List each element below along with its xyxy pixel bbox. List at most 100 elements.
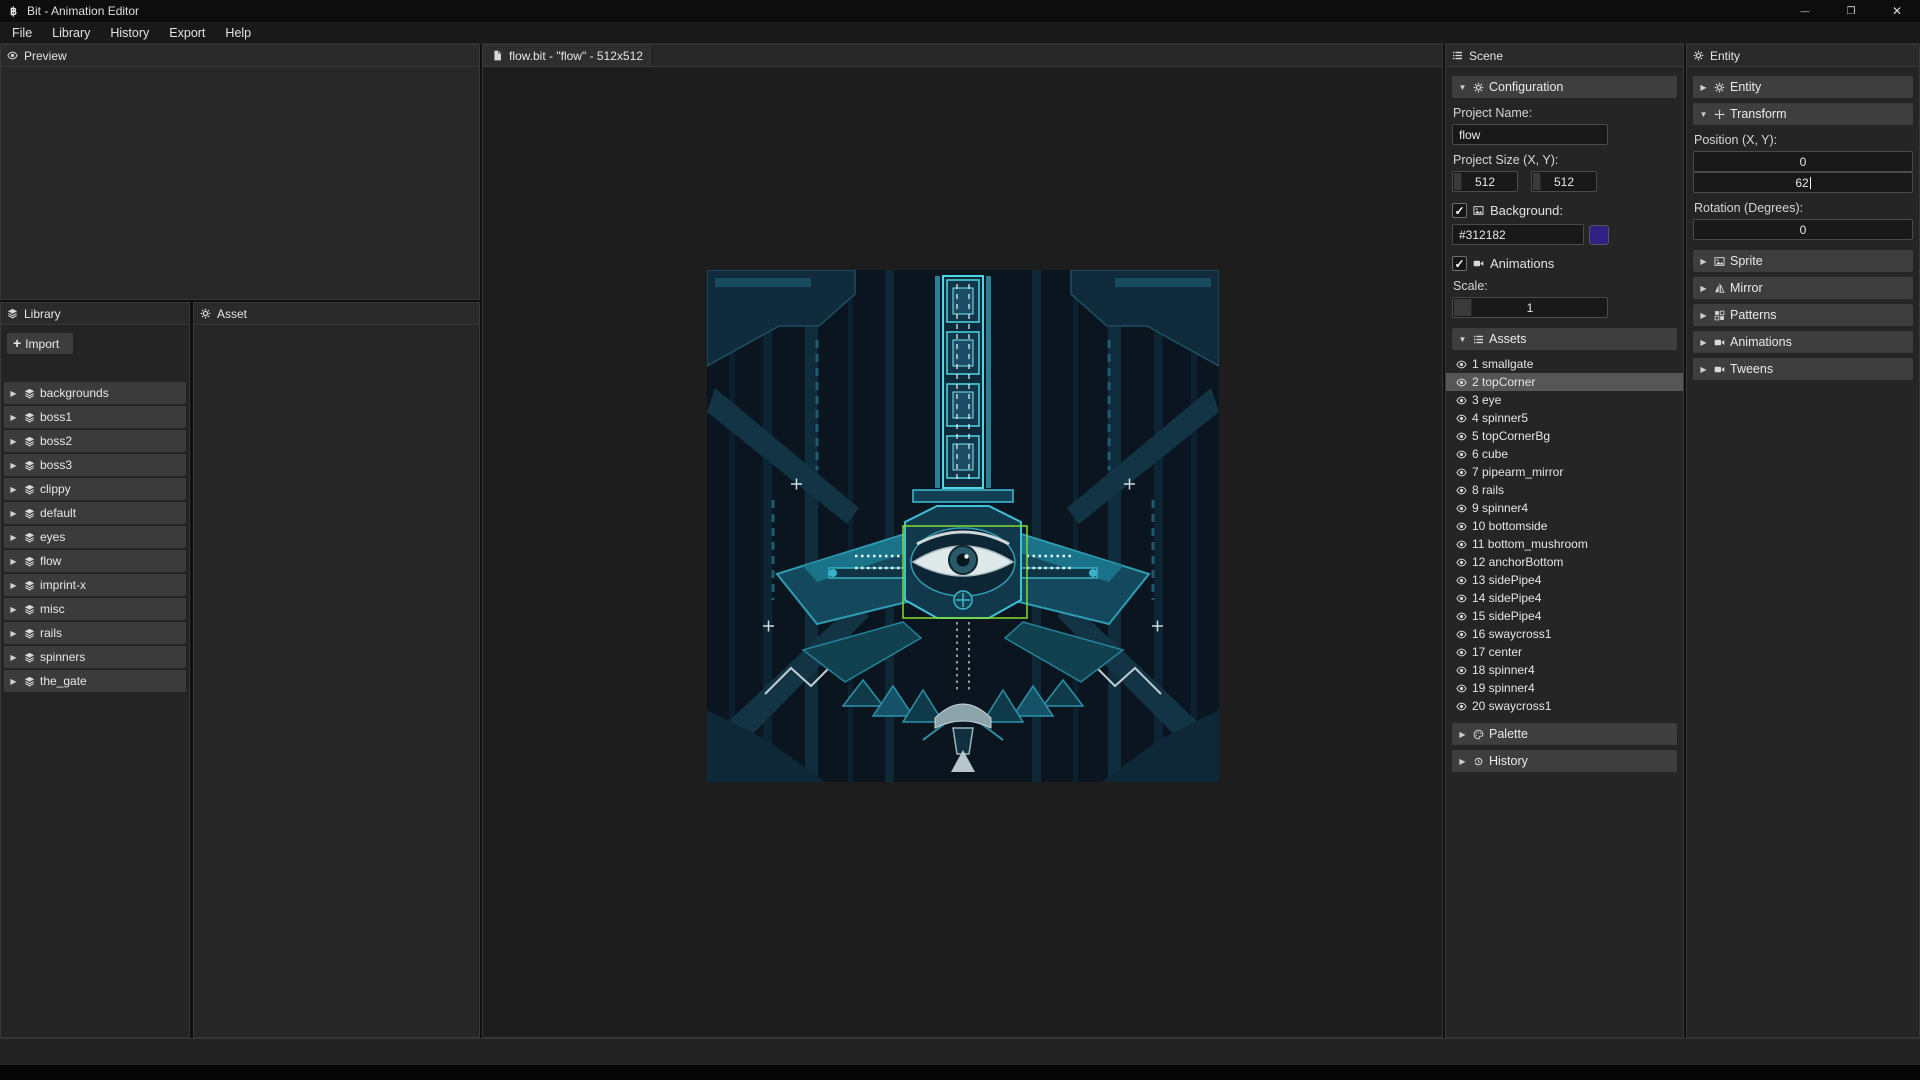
canvas-area[interactable]: [483, 67, 1442, 1037]
expand-arrow-icon[interactable]: [1698, 284, 1709, 293]
visibility-eye-icon[interactable]: [1456, 503, 1467, 514]
library-item[interactable]: the_gate: [4, 670, 186, 692]
library-item[interactable]: backgrounds: [4, 382, 186, 404]
asset-row[interactable]: 19 spinner4: [1446, 679, 1683, 697]
asset-row[interactable]: 20 swaycross1: [1446, 697, 1683, 715]
expand-arrow-icon[interactable]: [1698, 311, 1709, 320]
library-item[interactable]: eyes: [4, 526, 186, 548]
expand-arrow-icon[interactable]: [8, 677, 19, 686]
expand-arrow-icon[interactable]: [8, 461, 19, 470]
asset-row[interactable]: 9 spinner4: [1446, 499, 1683, 517]
background-color-swatch[interactable]: [1589, 225, 1609, 245]
asset-row[interactable]: 17 center: [1446, 643, 1683, 661]
project-size-x-input[interactable]: 512: [1452, 171, 1518, 192]
visibility-eye-icon[interactable]: [1456, 629, 1467, 640]
expand-arrow-icon[interactable]: [1457, 757, 1468, 766]
project-name-input[interactable]: flow: [1452, 124, 1608, 145]
visibility-eye-icon[interactable]: [1456, 431, 1467, 442]
minimize-button[interactable]: [1782, 0, 1828, 22]
visibility-eye-icon[interactable]: [1456, 413, 1467, 424]
position-y-input[interactable]: 62: [1693, 172, 1913, 193]
drag-handle[interactable]: [1454, 173, 1462, 190]
section-sprite[interactable]: Sprite: [1693, 250, 1913, 272]
visibility-eye-icon[interactable]: [1456, 395, 1467, 406]
section-mirror[interactable]: Mirror: [1693, 277, 1913, 299]
collapse-arrow-icon[interactable]: [1457, 83, 1468, 92]
asset-row[interactable]: 1 smallgate: [1446, 355, 1683, 373]
drag-handle[interactable]: [1533, 173, 1541, 190]
expand-arrow-icon[interactable]: [8, 413, 19, 422]
library-item[interactable]: spinners: [4, 646, 186, 668]
asset-row[interactable]: 15 sidePipe4: [1446, 607, 1683, 625]
asset-row[interactable]: 10 bottomside: [1446, 517, 1683, 535]
visibility-eye-icon[interactable]: [1456, 467, 1467, 478]
visibility-eye-icon[interactable]: [1456, 593, 1467, 604]
rotation-input[interactable]: 0: [1693, 219, 1913, 240]
section-animations[interactable]: Animations: [1693, 331, 1913, 353]
section-patterns[interactable]: Patterns: [1693, 304, 1913, 326]
asset-row[interactable]: 6 cube: [1446, 445, 1683, 463]
library-item[interactable]: misc: [4, 598, 186, 620]
canvas-artwork[interactable]: [707, 270, 1219, 782]
asset-row[interactable]: 8 rails: [1446, 481, 1683, 499]
library-item[interactable]: rails: [4, 622, 186, 644]
library-item[interactable]: boss1: [4, 406, 186, 428]
animations-checkbox[interactable]: [1452, 256, 1467, 271]
asset-row[interactable]: 13 sidePipe4: [1446, 571, 1683, 589]
project-size-y-input[interactable]: 512: [1531, 171, 1597, 192]
asset-row[interactable]: 5 topCornerBg: [1446, 427, 1683, 445]
visibility-eye-icon[interactable]: [1456, 575, 1467, 586]
section-palette[interactable]: Palette: [1452, 723, 1677, 745]
scale-input[interactable]: 1: [1452, 297, 1608, 318]
collapse-arrow-icon[interactable]: [1698, 110, 1709, 119]
asset-row[interactable]: 2 topCorner: [1446, 373, 1683, 391]
visibility-eye-icon[interactable]: [1456, 377, 1467, 388]
expand-arrow-icon[interactable]: [8, 533, 19, 542]
visibility-eye-icon[interactable]: [1456, 521, 1467, 532]
visibility-eye-icon[interactable]: [1456, 539, 1467, 550]
expand-arrow-icon[interactable]: [8, 605, 19, 614]
visibility-eye-icon[interactable]: [1456, 683, 1467, 694]
expand-arrow-icon[interactable]: [8, 581, 19, 590]
menu-item[interactable]: File: [2, 22, 42, 43]
expand-arrow-icon[interactable]: [8, 557, 19, 566]
asset-row[interactable]: 18 spinner4: [1446, 661, 1683, 679]
section-entity[interactable]: Entity: [1693, 76, 1913, 98]
section-transform[interactable]: Transform: [1693, 103, 1913, 125]
expand-arrow-icon[interactable]: [1457, 730, 1468, 739]
background-checkbox[interactable]: [1452, 203, 1467, 218]
asset-row[interactable]: 4 spinner5: [1446, 409, 1683, 427]
canvas-tab[interactable]: flow.bit - "flow" - 512x512: [483, 45, 653, 66]
visibility-eye-icon[interactable]: [1456, 449, 1467, 460]
section-assets[interactable]: Assets: [1452, 328, 1677, 350]
expand-arrow-icon[interactable]: [1698, 365, 1709, 374]
library-item[interactable]: clippy: [4, 478, 186, 500]
asset-row[interactable]: 16 swaycross1: [1446, 625, 1683, 643]
visibility-eye-icon[interactable]: [1456, 485, 1467, 496]
collapse-arrow-icon[interactable]: [1457, 335, 1468, 344]
expand-arrow-icon[interactable]: [8, 389, 19, 398]
menu-item[interactable]: Help: [215, 22, 261, 43]
library-item[interactable]: boss2: [4, 430, 186, 452]
asset-row[interactable]: 11 bottom_mushroom: [1446, 535, 1683, 553]
expand-arrow-icon[interactable]: [8, 653, 19, 662]
drag-handle[interactable]: [1454, 299, 1472, 316]
library-item[interactable]: default: [4, 502, 186, 524]
menu-item[interactable]: History: [100, 22, 159, 43]
visibility-eye-icon[interactable]: [1456, 701, 1467, 712]
background-color-input[interactable]: #312182: [1452, 224, 1584, 245]
expand-arrow-icon[interactable]: [8, 509, 19, 518]
asset-row[interactable]: 7 pipearm_mirror: [1446, 463, 1683, 481]
library-item[interactable]: boss3: [4, 454, 186, 476]
expand-arrow-icon[interactable]: [1698, 83, 1709, 92]
menu-item[interactable]: Library: [42, 22, 100, 43]
library-item[interactable]: flow: [4, 550, 186, 572]
section-tweens[interactable]: Tweens: [1693, 358, 1913, 380]
expand-arrow-icon[interactable]: [8, 629, 19, 638]
section-configuration[interactable]: Configuration: [1452, 76, 1677, 98]
visibility-eye-icon[interactable]: [1456, 647, 1467, 658]
import-button[interactable]: Import: [7, 333, 73, 354]
position-x-input[interactable]: 0: [1693, 151, 1913, 172]
expand-arrow-icon[interactable]: [1698, 257, 1709, 266]
close-button[interactable]: [1874, 0, 1920, 22]
